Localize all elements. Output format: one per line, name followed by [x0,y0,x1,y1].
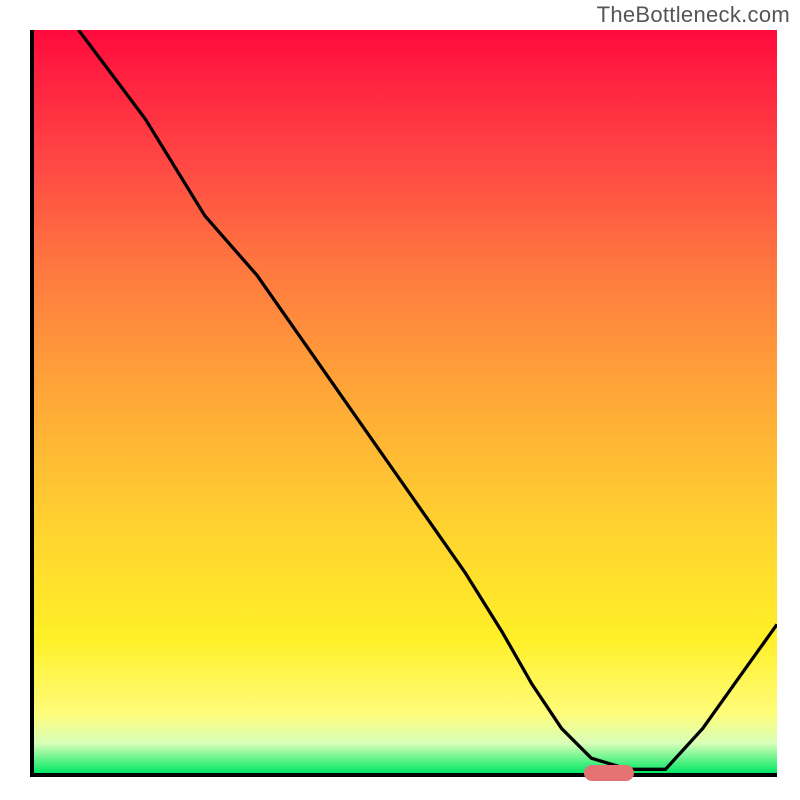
curve-path [79,30,777,769]
watermark-text: TheBottleneck.com [597,2,790,28]
optimum-marker [584,765,634,781]
chart-container: TheBottleneck.com [0,0,800,800]
bottleneck-curve [34,30,777,773]
plot-area [30,30,777,777]
